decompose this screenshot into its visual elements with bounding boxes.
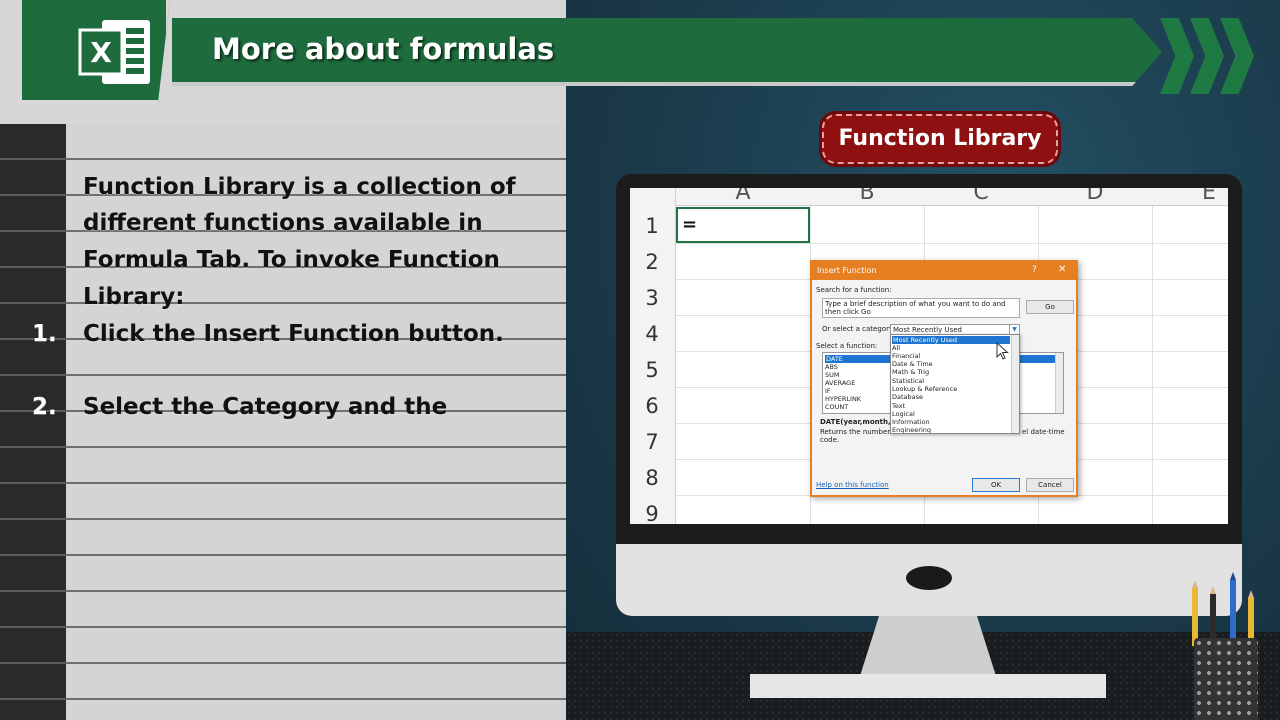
column-header-b[interactable]: B — [857, 188, 877, 205]
function-search-input[interactable]: Type a brief description of what you wan… — [822, 298, 1020, 318]
monitor-base — [750, 674, 1106, 698]
list-item[interactable]: ABS — [825, 363, 838, 371]
row-header[interactable]: 8 — [630, 466, 674, 490]
category-option[interactable]: Most Recently Used — [892, 336, 1010, 345]
function-description: Returns the number — [820, 428, 891, 436]
list-item[interactable]: HYPERLINK — [825, 395, 861, 403]
note-line: different functions available in — [83, 210, 483, 236]
close-icon[interactable]: ✕ — [1058, 264, 1066, 275]
column-header-c[interactable]: C — [971, 188, 991, 205]
excel-logo-box: X — [18, 0, 170, 104]
list-item[interactable]: COUNT — [825, 403, 848, 411]
excel-logo-letter: X — [90, 36, 112, 69]
category-option[interactable]: Math & Trig — [892, 368, 929, 376]
pencil-cup — [1194, 638, 1258, 720]
list-item[interactable]: AVERAGE — [825, 379, 855, 387]
help-icon[interactable]: ? — [1032, 265, 1037, 275]
page-title: More about formulas — [212, 32, 555, 66]
ok-button[interactable]: OK — [972, 478, 1020, 492]
notes-margin — [0, 124, 66, 720]
monitor-stand — [860, 616, 996, 676]
step-text: Select the Category and the — [83, 394, 448, 420]
help-on-function-link[interactable]: Help on this function — [816, 481, 889, 489]
dialog-title: Insert Function — [817, 266, 877, 275]
step-number: 1. — [32, 321, 57, 347]
row-header[interactable]: 7 — [630, 430, 674, 454]
excel-icon: X — [78, 20, 150, 84]
list-item[interactable]: SUM — [825, 371, 840, 379]
step-text: Click the Insert Function button. — [83, 321, 504, 347]
row-header[interactable]: 4 — [630, 322, 674, 346]
pencil-icon — [1192, 580, 1198, 646]
function-description-tail: code. — [820, 436, 840, 444]
step-number: 2. — [32, 394, 57, 420]
category-select-value: Most Recently Used — [893, 326, 962, 334]
notes-panel — [0, 0, 566, 720]
row-header[interactable]: 3 — [630, 286, 674, 310]
category-list-scrollbar[interactable] — [1011, 335, 1019, 433]
column-header-a[interactable]: A — [733, 188, 753, 205]
function-description-end: el date-time — [1022, 428, 1065, 436]
function-list-scrollbar[interactable] — [1055, 353, 1063, 413]
mouse-pointer-icon — [996, 342, 1009, 360]
column-header-row — [630, 188, 1228, 206]
category-option[interactable]: Database — [892, 393, 923, 401]
go-button[interactable]: Go — [1026, 300, 1074, 314]
note-line: Library: — [83, 284, 185, 310]
category-label: Or select a category: — [822, 325, 895, 333]
note-line: Function Library is a collection of — [83, 174, 516, 200]
pen-icon — [1230, 572, 1236, 646]
function-syntax: DATE(year,month,da — [820, 418, 901, 426]
row-header[interactable]: 2 — [630, 250, 674, 274]
column-header-e[interactable]: E — [1199, 188, 1219, 205]
list-item[interactable]: IF — [825, 387, 831, 395]
insert-function-dialog: Insert Function ? ✕ Search for a functio… — [810, 260, 1078, 497]
function-library-badge: Function Library — [822, 114, 1058, 164]
cell-a1-value: = — [682, 214, 698, 235]
row-header[interactable]: 1 — [630, 214, 674, 238]
category-option[interactable]: Engineering — [892, 426, 931, 433]
row-header[interactable]: 5 — [630, 358, 674, 382]
function-label: Select a function: — [816, 342, 878, 350]
column-header-d[interactable]: D — [1085, 188, 1105, 205]
cancel-button[interactable]: Cancel — [1026, 478, 1074, 492]
pencil-icon — [1210, 586, 1216, 646]
note-line: Formula Tab. To invoke Function — [83, 247, 500, 273]
row-header[interactable]: 9 — [630, 502, 674, 524]
chevron-down-icon[interactable]: ▼ — [1009, 325, 1019, 334]
search-label: Search for a function: — [816, 286, 892, 294]
row-header[interactable]: 6 — [630, 394, 674, 418]
dialog-titlebar[interactable]: Insert Function ? ✕ — [812, 262, 1076, 280]
power-button-icon — [906, 566, 952, 590]
